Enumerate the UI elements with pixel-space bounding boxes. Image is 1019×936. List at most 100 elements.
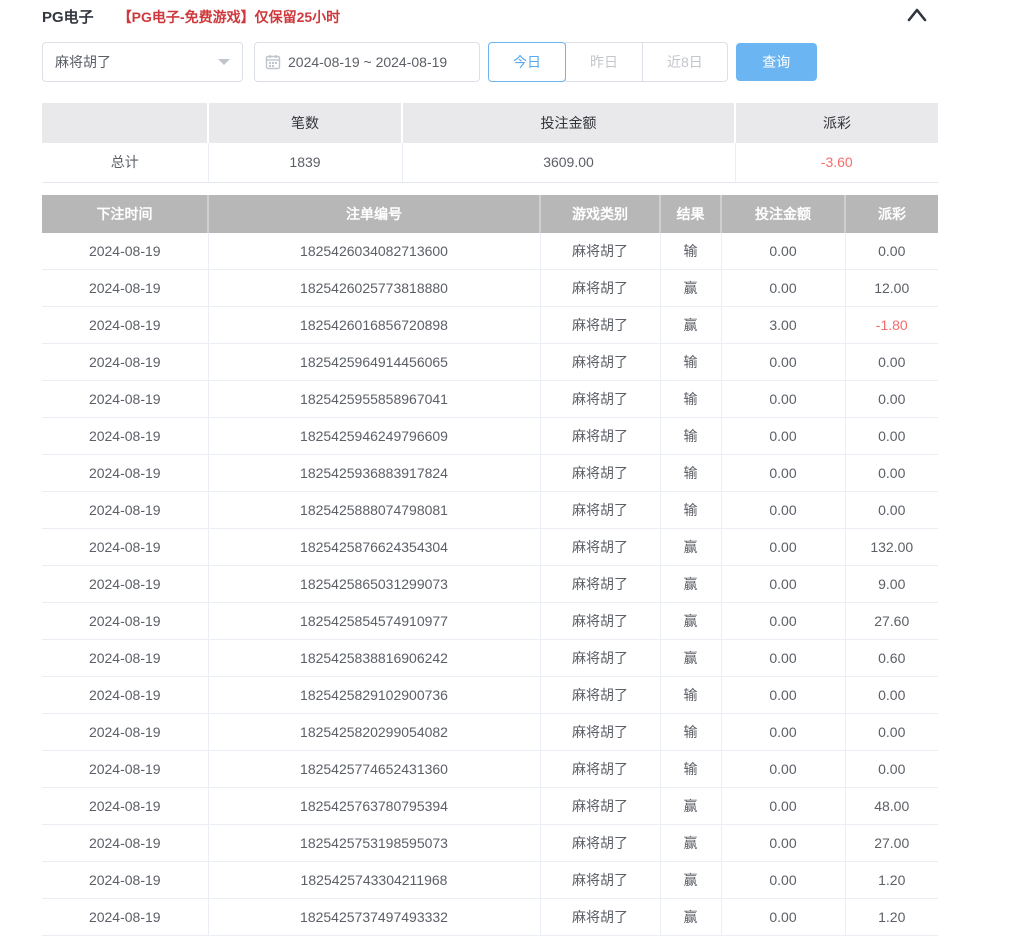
cell-bet: 0.00: [721, 788, 845, 825]
cell-date: 2024-08-19: [42, 344, 208, 381]
cell-result: 输: [660, 233, 721, 270]
cell-bet: 0.00: [721, 825, 845, 862]
summary-total-count: 1839: [208, 143, 402, 182]
summary-total-row: 总计 1839 3609.00 -3.60: [42, 143, 938, 182]
yesterday-button[interactable]: 昨日: [565, 42, 643, 82]
cell-payout: 12.00: [845, 270, 938, 307]
table-row: 2024-08-191825425753198595073麻将胡了赢0.0027…: [42, 825, 938, 862]
cell-order: 1825425737497493332: [208, 899, 540, 936]
cell-game: 麻将胡了: [540, 270, 660, 307]
brand-title: PG电子: [42, 6, 94, 27]
cell-order: 1825426016856720898: [208, 307, 540, 344]
cell-bet: 0.00: [721, 418, 845, 455]
cell-game: 麻将胡了: [540, 381, 660, 418]
cell-date: 2024-08-19: [42, 418, 208, 455]
cell-result: 赢: [660, 788, 721, 825]
cell-bet: 0.00: [721, 640, 845, 677]
cell-bet: 0.00: [721, 603, 845, 640]
collapse-button[interactable]: [903, 3, 931, 27]
cell-game: 麻将胡了: [540, 344, 660, 381]
table-row: 2024-08-191825425946249796609麻将胡了输0.000.…: [42, 418, 938, 455]
cell-date: 2024-08-19: [42, 640, 208, 677]
cell-result: 输: [660, 714, 721, 751]
cell-date: 2024-08-19: [42, 788, 208, 825]
date-range-input[interactable]: 2024-08-19 ~ 2024-08-19: [254, 42, 480, 82]
summary-header-count: 笔数: [208, 103, 402, 143]
cell-game: 麻将胡了: [540, 529, 660, 566]
cell-game: 麻将胡了: [540, 677, 660, 714]
cell-payout: 0.00: [845, 714, 938, 751]
cell-result: 赢: [660, 603, 721, 640]
table-row: 2024-08-191825425955858967041麻将胡了输0.000.…: [42, 381, 938, 418]
cell-game: 麻将胡了: [540, 603, 660, 640]
col-header-order-no: 注单编号: [208, 195, 540, 233]
cell-order: 1825425774652431360: [208, 751, 540, 788]
col-header-game-type: 游戏类别: [540, 195, 660, 233]
cell-bet: 0.00: [721, 529, 845, 566]
cell-payout: 1.20: [845, 899, 938, 936]
cell-date: 2024-08-19: [42, 603, 208, 640]
table-row: 2024-08-191825425888074798081麻将胡了输0.000.…: [42, 492, 938, 529]
cell-payout: 0.00: [845, 381, 938, 418]
table-row: 2024-08-191825425964914456065麻将胡了输0.000.…: [42, 344, 938, 381]
cell-bet: 0.00: [721, 862, 845, 899]
cell-payout: 0.00: [845, 455, 938, 492]
query-button[interactable]: 查询: [736, 43, 817, 81]
panel-header: PG电子 【PG电子-免费游戏】仅保留25小时: [42, 0, 938, 26]
cell-result: 输: [660, 455, 721, 492]
cell-order: 1825426034082713600: [208, 233, 540, 270]
chevron-up-icon: [906, 7, 928, 23]
cell-order: 1825425876624354304: [208, 529, 540, 566]
cell-game: 麻将胡了: [540, 233, 660, 270]
cell-payout: 0.00: [845, 492, 938, 529]
cell-bet: 0.00: [721, 677, 845, 714]
summary-header-payout: 派彩: [735, 103, 938, 143]
cell-game: 麻将胡了: [540, 566, 660, 603]
cell-bet: 0.00: [721, 344, 845, 381]
col-header-bet-time: 下注时间: [42, 195, 208, 233]
cell-game: 麻将胡了: [540, 418, 660, 455]
cell-result: 输: [660, 381, 721, 418]
cell-payout: 0.00: [845, 418, 938, 455]
bet-table: 下注时间 注单编号 游戏类别 结果 投注金额 派彩 2024-08-191825…: [42, 195, 938, 936]
cell-date: 2024-08-19: [42, 677, 208, 714]
cell-result: 赢: [660, 529, 721, 566]
summary-total-bet: 3609.00: [402, 143, 735, 182]
cell-result: 输: [660, 751, 721, 788]
col-header-payout: 派彩: [845, 195, 938, 233]
cell-bet: 0.00: [721, 492, 845, 529]
cell-date: 2024-08-19: [42, 270, 208, 307]
cell-order: 1825425888074798081: [208, 492, 540, 529]
cell-payout: 1.20: [845, 862, 938, 899]
table-row: 2024-08-191825425936883917824麻将胡了输0.000.…: [42, 455, 938, 492]
cell-bet: 0.00: [721, 270, 845, 307]
cell-date: 2024-08-19: [42, 233, 208, 270]
cell-result: 输: [660, 418, 721, 455]
cell-order: 1825425854574910977: [208, 603, 540, 640]
table-row: 2024-08-191825426016856720898麻将胡了赢3.00-1…: [42, 307, 938, 344]
cell-result: 输: [660, 344, 721, 381]
date-quick-buttons: 今日 昨日 近8日: [488, 42, 728, 82]
table-row: 2024-08-191825425763780795394麻将胡了赢0.0048…: [42, 788, 938, 825]
last8days-button[interactable]: 近8日: [642, 42, 728, 82]
cell-order: 1825425838816906242: [208, 640, 540, 677]
chevron-down-icon: [218, 59, 230, 65]
col-header-result: 结果: [660, 195, 721, 233]
table-row: 2024-08-191825426025773818880麻将胡了赢0.0012…: [42, 270, 938, 307]
cell-bet: 0.00: [721, 381, 845, 418]
cell-payout: 27.00: [845, 825, 938, 862]
bet-table-body: 2024-08-191825426034082713600麻将胡了输0.000.…: [42, 233, 938, 936]
cell-result: 输: [660, 677, 721, 714]
today-button[interactable]: 今日: [488, 42, 566, 82]
cell-date: 2024-08-19: [42, 492, 208, 529]
cell-game: 麻将胡了: [540, 307, 660, 344]
cell-bet: 0.00: [721, 751, 845, 788]
cell-bet: 0.00: [721, 714, 845, 751]
game-select[interactable]: 麻将胡了: [42, 42, 243, 82]
cell-bet: 0.00: [721, 233, 845, 270]
cell-order: 1825426025773818880: [208, 270, 540, 307]
table-row: 2024-08-191825425865031299073麻将胡了赢0.009.…: [42, 566, 938, 603]
cell-bet: 0.00: [721, 899, 845, 936]
cell-game: 麻将胡了: [540, 640, 660, 677]
cell-result: 赢: [660, 899, 721, 936]
